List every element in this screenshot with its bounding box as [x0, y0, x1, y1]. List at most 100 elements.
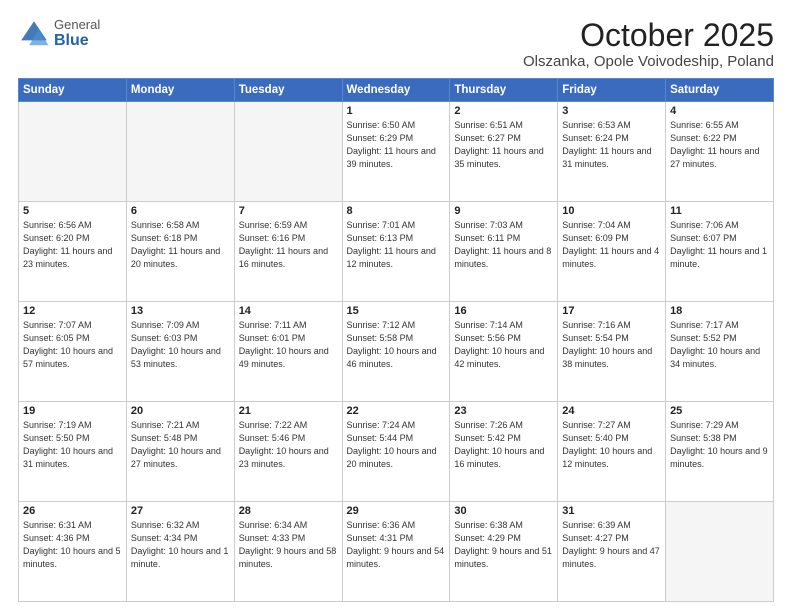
day-info: Sunrise: 7:27 AM Sunset: 5:40 PM Dayligh…	[562, 419, 661, 471]
calendar-table: Sunday Monday Tuesday Wednesday Thursday…	[18, 78, 774, 602]
day-info: Sunrise: 6:53 AM Sunset: 6:24 PM Dayligh…	[562, 119, 661, 171]
day-info: Sunrise: 7:06 AM Sunset: 6:07 PM Dayligh…	[670, 219, 769, 271]
day-info: Sunrise: 6:31 AM Sunset: 4:36 PM Dayligh…	[23, 519, 122, 571]
col-tuesday: Tuesday	[234, 79, 342, 102]
day-number: 7	[239, 205, 338, 217]
logo-icon	[18, 18, 50, 50]
day-number: 24	[562, 405, 661, 417]
day-info: Sunrise: 7:11 AM Sunset: 6:01 PM Dayligh…	[239, 319, 338, 371]
day-info: Sunrise: 6:50 AM Sunset: 6:29 PM Dayligh…	[347, 119, 446, 171]
calendar-header-row: Sunday Monday Tuesday Wednesday Thursday…	[19, 79, 774, 102]
table-row: 19Sunrise: 7:19 AM Sunset: 5:50 PM Dayli…	[19, 402, 127, 502]
table-row: 21 Sunrise: 7:22 AM Sunset: 5:46 PM Dayli…	[234, 402, 342, 502]
table-row: 11 Sunrise: 7:06 AM Sunset: 6:07 PM Dayli…	[666, 202, 774, 302]
day-info: Sunrise: 6:39 AM Sunset: 4:27 PM Dayligh…	[562, 519, 661, 571]
table-row	[126, 102, 234, 202]
day-info: Sunrise: 6:34 AM Sunset: 4:33 PM Dayligh…	[239, 519, 338, 571]
logo-blue-label: Blue	[54, 32, 100, 50]
day-number: 3	[562, 105, 661, 117]
title-month: October 2025	[523, 18, 774, 53]
table-row: 29Sunrise: 6:36 AM Sunset: 4:31 PM Dayli…	[342, 502, 450, 602]
day-info: Sunrise: 7:26 AM Sunset: 5:42 PM Dayligh…	[454, 419, 553, 471]
day-number: 9	[454, 205, 553, 217]
header: General Blue October 2025 Olszanka, Opol…	[18, 18, 774, 70]
day-number: 8	[347, 205, 446, 217]
day-info: Sunrise: 6:58 AM Sunset: 6:18 PM Dayligh…	[131, 219, 230, 271]
day-info: Sunrise: 6:56 AM Sunset: 6:20 PM Dayligh…	[23, 219, 122, 271]
table-row: 31Sunrise: 6:39 AM Sunset: 4:27 PM Dayli…	[558, 502, 666, 602]
table-row: 12 Sunrise: 7:07 AM Sunset: 6:05 PM Dayli…	[19, 302, 127, 402]
table-row: 16Sunrise: 7:14 AM Sunset: 5:56 PM Dayli…	[450, 302, 558, 402]
table-row: 18Sunrise: 7:17 AM Sunset: 5:52 PM Dayli…	[666, 302, 774, 402]
day-number: 23	[454, 405, 553, 417]
table-row	[666, 502, 774, 602]
day-info: Sunrise: 7:21 AM Sunset: 5:48 PM Dayligh…	[131, 419, 230, 471]
col-friday: Friday	[558, 79, 666, 102]
day-number: 1	[347, 105, 446, 117]
day-number: 20	[131, 405, 230, 417]
table-row: 4Sunrise: 6:55 AM Sunset: 6:22 PM Daylig…	[666, 102, 774, 202]
day-info: Sunrise: 7:16 AM Sunset: 5:54 PM Dayligh…	[562, 319, 661, 371]
day-number: 5	[23, 205, 122, 217]
logo-general-label: General	[54, 18, 100, 32]
table-row: 14 Sunrise: 7:11 AM Sunset: 6:01 PM Dayli…	[234, 302, 342, 402]
day-number: 18	[670, 305, 769, 317]
day-number: 28	[239, 505, 338, 517]
day-info: Sunrise: 7:03 AM Sunset: 6:11 PM Dayligh…	[454, 219, 553, 271]
table-row: 2 Sunrise: 6:51 AM Sunset: 6:27 PM Daylig…	[450, 102, 558, 202]
page: General Blue October 2025 Olszanka, Opol…	[0, 0, 792, 612]
day-info: Sunrise: 7:19 AM Sunset: 5:50 PM Dayligh…	[23, 419, 122, 471]
day-info: Sunrise: 7:04 AM Sunset: 6:09 PM Dayligh…	[562, 219, 661, 271]
day-info: Sunrise: 7:07 AM Sunset: 6:05 PM Dayligh…	[23, 319, 122, 371]
table-row: 27Sunrise: 6:32 AM Sunset: 4:34 PM Dayli…	[126, 502, 234, 602]
day-info: Sunrise: 7:24 AM Sunset: 5:44 PM Dayligh…	[347, 419, 446, 471]
col-saturday: Saturday	[666, 79, 774, 102]
table-row	[19, 102, 127, 202]
day-number: 25	[670, 405, 769, 417]
table-row: 9 Sunrise: 7:03 AM Sunset: 6:11 PM Daylig…	[450, 202, 558, 302]
calendar-week-row: 19Sunrise: 7:19 AM Sunset: 5:50 PM Dayli…	[19, 402, 774, 502]
day-info: Sunrise: 6:59 AM Sunset: 6:16 PM Dayligh…	[239, 219, 338, 271]
day-number: 11	[670, 205, 769, 217]
title-block: October 2025 Olszanka, Opole Voivodeship…	[523, 18, 774, 70]
day-number: 13	[131, 305, 230, 317]
col-monday: Monday	[126, 79, 234, 102]
table-row: 7 Sunrise: 6:59 AM Sunset: 6:16 PM Daylig…	[234, 202, 342, 302]
table-row	[234, 102, 342, 202]
table-row: 13Sunrise: 7:09 AM Sunset: 6:03 PM Dayli…	[126, 302, 234, 402]
table-row: 25Sunrise: 7:29 AM Sunset: 5:38 PM Dayli…	[666, 402, 774, 502]
table-row: 6 Sunrise: 6:58 AM Sunset: 6:18 PM Daylig…	[126, 202, 234, 302]
day-number: 2	[454, 105, 553, 117]
day-number: 14	[239, 305, 338, 317]
day-number: 15	[347, 305, 446, 317]
day-number: 16	[454, 305, 553, 317]
day-number: 27	[131, 505, 230, 517]
calendar-week-row: 26 Sunrise: 6:31 AM Sunset: 4:36 PM Dayli…	[19, 502, 774, 602]
table-row: 17 Sunrise: 7:16 AM Sunset: 5:54 PM Dayli…	[558, 302, 666, 402]
day-info: Sunrise: 7:01 AM Sunset: 6:13 PM Dayligh…	[347, 219, 446, 271]
calendar-week-row: 5 Sunrise: 6:56 AM Sunset: 6:20 PM Daylig…	[19, 202, 774, 302]
col-wednesday: Wednesday	[342, 79, 450, 102]
table-row: 22Sunrise: 7:24 AM Sunset: 5:44 PM Dayli…	[342, 402, 450, 502]
day-info: Sunrise: 6:38 AM Sunset: 4:29 PM Dayligh…	[454, 519, 553, 571]
logo: General Blue	[18, 18, 100, 50]
table-row: 24 Sunrise: 7:27 AM Sunset: 5:40 PM Dayli…	[558, 402, 666, 502]
day-info: Sunrise: 6:51 AM Sunset: 6:27 PM Dayligh…	[454, 119, 553, 171]
day-info: Sunrise: 7:22 AM Sunset: 5:46 PM Dayligh…	[239, 419, 338, 471]
day-number: 6	[131, 205, 230, 217]
table-row: 28 Sunrise: 6:34 AM Sunset: 4:33 PM Dayli…	[234, 502, 342, 602]
day-number: 26	[23, 505, 122, 517]
table-row: 3 Sunrise: 6:53 AM Sunset: 6:24 PM Daylig…	[558, 102, 666, 202]
title-location: Olszanka, Opole Voivodeship, Poland	[523, 53, 774, 70]
table-row: 20 Sunrise: 7:21 AM Sunset: 5:48 PM Dayli…	[126, 402, 234, 502]
calendar-week-row: 1 Sunrise: 6:50 AM Sunset: 6:29 PM Daylig…	[19, 102, 774, 202]
day-number: 30	[454, 505, 553, 517]
table-row: 8 Sunrise: 7:01 AM Sunset: 6:13 PM Daylig…	[342, 202, 450, 302]
col-thursday: Thursday	[450, 79, 558, 102]
day-info: Sunrise: 6:55 AM Sunset: 6:22 PM Dayligh…	[670, 119, 769, 171]
day-number: 12	[23, 305, 122, 317]
day-number: 29	[347, 505, 446, 517]
day-number: 17	[562, 305, 661, 317]
table-row: 1 Sunrise: 6:50 AM Sunset: 6:29 PM Daylig…	[342, 102, 450, 202]
day-number: 21	[239, 405, 338, 417]
